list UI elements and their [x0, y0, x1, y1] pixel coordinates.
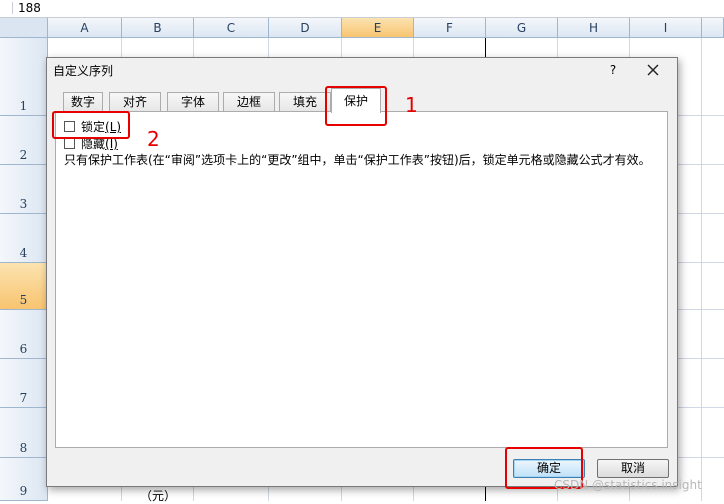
row-header-3[interactable]: 3	[0, 165, 48, 214]
column-header-i[interactable]: I	[630, 18, 702, 38]
cancel-button[interactable]: 取消	[597, 459, 669, 478]
column-header-c[interactable]: C	[194, 18, 269, 38]
tab-fill[interactable]: 填充	[279, 92, 331, 112]
row-header-8-label: 8	[19, 441, 28, 455]
watermark: CSDN @statistics.insight	[554, 478, 702, 492]
row-header-8[interactable]: 8	[0, 408, 48, 458]
row-header-2-label: 2	[19, 148, 28, 162]
row-header-7[interactable]: 7	[0, 359, 48, 408]
row-header-9-label: 9	[19, 484, 28, 498]
tab-protection[interactable]: 保护	[331, 88, 381, 113]
annotation-label-1: 1	[405, 93, 418, 117]
row-header-1-label: 1	[19, 99, 28, 113]
dialog-title: 自定义序列	[53, 64, 114, 78]
annotation-box-locked	[52, 111, 130, 139]
row-header-1[interactable]: 1	[0, 38, 48, 116]
formula-bar[interactable]: 188	[0, 0, 724, 18]
column-header-d[interactable]: D	[269, 18, 342, 38]
column-header-j[interactable]	[702, 18, 724, 38]
row-header-4[interactable]: 4	[0, 214, 48, 263]
row-header-5[interactable]: 5	[0, 263, 48, 310]
column-header-f[interactable]: F	[414, 18, 486, 38]
row-header-9[interactable]: 9	[0, 458, 48, 501]
formula-bar-value[interactable]: 188	[18, 0, 41, 16]
tab-font[interactable]: 字体	[167, 92, 219, 112]
row-header-2[interactable]: 2	[0, 116, 48, 165]
tab-border[interactable]: 边框	[223, 92, 275, 112]
column-header-g[interactable]: G	[486, 18, 558, 38]
tab-number[interactable]: 数字	[63, 92, 103, 112]
hidden-text: 隐藏	[81, 137, 106, 151]
row-header-5-label: 5	[19, 293, 28, 307]
tab-alignment[interactable]: 对齐	[109, 92, 161, 112]
close-icon	[647, 64, 659, 76]
close-button[interactable]	[643, 60, 663, 80]
column-header-e[interactable]: E	[342, 18, 414, 38]
select-all-corner[interactable]	[0, 18, 48, 38]
annotation-label-2: 2	[147, 127, 160, 151]
hidden-checkbox[interactable]	[64, 138, 75, 149]
hidden-accesskey: (I)	[105, 137, 118, 151]
gridline	[701, 38, 702, 501]
cell-b9-text[interactable]: （元）	[140, 487, 176, 504]
row-header-4-label: 4	[19, 246, 28, 260]
row-header-3-label: 3	[19, 197, 28, 211]
row-header-6[interactable]: 6	[0, 310, 48, 359]
protection-panel: 锁定(L) 隐藏(I) 只有保护工作表(在“审阅”选项卡上的“更改”组中，单击“…	[55, 111, 668, 448]
formula-bar-separator	[12, 2, 13, 14]
column-header-b[interactable]: B	[122, 18, 194, 38]
protection-hint: 只有保护工作表(在“审阅”选项卡上的“更改”组中，单击“保护工作表”按钮)后，锁…	[64, 153, 651, 167]
row-header-7-label: 7	[19, 391, 28, 405]
column-header-h[interactable]: H	[558, 18, 630, 38]
column-header-a[interactable]: A	[48, 18, 122, 38]
help-button[interactable]: ?	[603, 61, 623, 79]
row-header-6-label: 6	[19, 342, 28, 356]
